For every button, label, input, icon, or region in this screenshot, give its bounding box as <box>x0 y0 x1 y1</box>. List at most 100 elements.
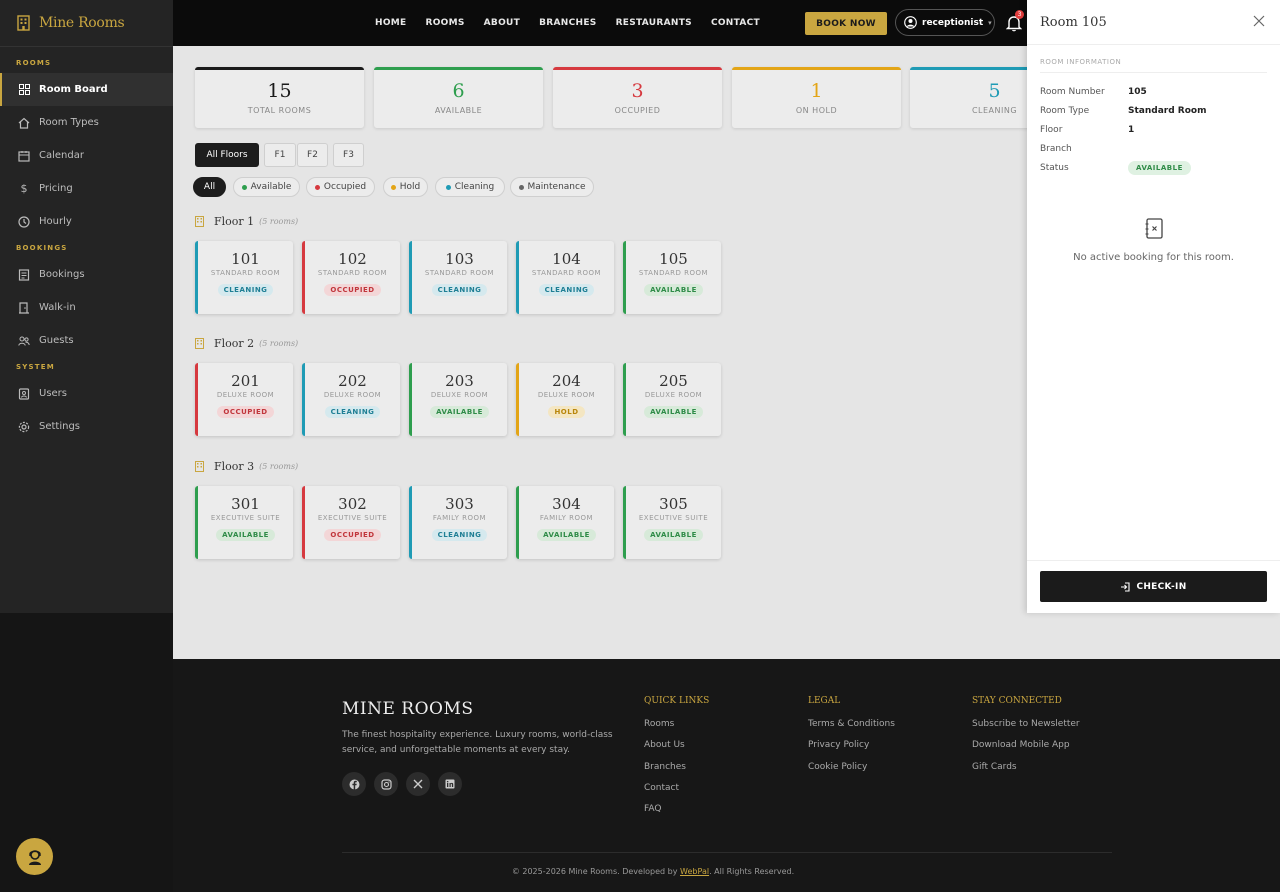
footer-column-quick-links: QUICK LINKS Rooms About Us Branches Contact F… <box>644 696 709 825</box>
nav-link-branches[interactable]: BRANCHES <box>539 18 596 28</box>
floor-title: Floor 2 <box>214 336 255 350</box>
info-key: Room Number <box>1040 86 1105 97</box>
instagram-icon[interactable] <box>374 772 398 796</box>
footer-link[interactable]: Gift Cards <box>972 762 1080 783</box>
footer-link[interactable]: Cookie Policy <box>808 762 895 783</box>
support-agent-button[interactable] <box>16 838 53 875</box>
room-card[interactable]: 305 EXECUTIVE SUITE AVAILABLE <box>623 486 721 559</box>
info-key: Branch <box>1040 143 1072 154</box>
footer-link[interactable]: Rooms <box>644 719 709 740</box>
sidebar-item-calendar[interactable]: Calendar <box>0 139 173 172</box>
no-booking-state: No active booking for this room. <box>1027 218 1280 263</box>
sidebar-item-hourly[interactable]: Hourly <box>0 205 173 238</box>
room-card[interactable]: 103 STANDARD ROOM CLEANING <box>409 241 507 314</box>
room-card[interactable]: 205 DELUXE ROOM AVAILABLE <box>623 363 721 436</box>
sidebar-item-bookings[interactable]: Bookings <box>0 258 173 291</box>
floor-header: Floor 1 (5 rooms) <box>195 214 298 228</box>
book-now-button[interactable]: BOOK NOW <box>805 12 887 35</box>
room-type: STANDARD ROOM <box>210 269 281 277</box>
notification-badge: 3 <box>1015 10 1024 19</box>
linkedin-icon[interactable] <box>438 772 462 796</box>
status-filter-available[interactable]: Available <box>233 177 300 197</box>
x-icon[interactable] <box>406 772 430 796</box>
sidebar-item-settings[interactable]: Settings <box>0 410 173 443</box>
nav-link-rooms[interactable]: ROOMS <box>426 18 465 28</box>
room-type: DELUXE ROOM <box>216 391 275 399</box>
status-filter-hold[interactable]: Hold <box>383 177 428 197</box>
room-card[interactable]: 202 DELUXE ROOM CLEANING <box>302 363 400 436</box>
footer-link[interactable]: Terms & Conditions <box>808 719 895 740</box>
room-card[interactable]: 204 DELUXE ROOM HOLD <box>516 363 614 436</box>
footer-link[interactable]: Contact <box>644 783 709 804</box>
room-type: DELUXE ROOM <box>430 391 489 399</box>
status-filter-maintenance[interactable]: Maintenance <box>510 177 594 197</box>
stat-value: 15 <box>267 80 292 102</box>
sidebar-section-bookings: BOOKINGS <box>16 244 68 252</box>
nav-link-contact[interactable]: CONTACT <box>711 18 760 28</box>
footer-divider <box>342 852 1112 853</box>
nav-link-about[interactable]: ABOUT <box>484 18 520 28</box>
sidebar-item-walk-in[interactable]: Walk-in <box>0 291 173 324</box>
footer-link[interactable]: Download Mobile App <box>972 740 1080 761</box>
stat-label: ON HOLD <box>795 106 838 115</box>
copyright-suffix: . All Rights Reserved. <box>709 867 795 876</box>
nav-link-home[interactable]: HOME <box>375 18 407 28</box>
floor-tab-f1[interactable]: F1 <box>264 143 296 167</box>
floor-room-count: (5 rooms) <box>259 338 299 348</box>
floor-tab-f2[interactable]: F2 <box>297 143 328 167</box>
sidebar-item-room-types[interactable]: Room Types <box>0 106 173 139</box>
sidebar-item-pricing[interactable]: $ Pricing <box>0 172 173 205</box>
check-in-button[interactable]: CHECK-IN <box>1040 571 1267 602</box>
brand[interactable]: Mine Rooms <box>0 0 173 47</box>
building-logo-icon <box>17 15 30 31</box>
footer-link[interactable]: About Us <box>644 740 709 761</box>
room-status-badge: CLEANING <box>431 284 488 296</box>
room-number: 203 <box>445 372 474 390</box>
room-number: 104 <box>552 250 581 268</box>
room-card[interactable]: 104 STANDARD ROOM CLEANING <box>516 241 614 314</box>
room-card[interactable]: 302 EXECUTIVE SUITE OCCUPIED <box>302 486 400 559</box>
room-status-badge: CLEANING <box>324 406 381 418</box>
sidebar-item-guests[interactable]: Guests <box>0 324 173 357</box>
footer-link[interactable]: Branches <box>644 762 709 783</box>
room-card[interactable]: 105 STANDARD ROOM AVAILABLE <box>623 241 721 314</box>
room-card[interactable]: 203 DELUXE ROOM AVAILABLE <box>409 363 507 436</box>
sidebar-item-users[interactable]: Users <box>0 377 173 410</box>
room-status-badge: CLEANING <box>217 284 274 296</box>
room-card[interactable]: 301 EXECUTIVE SUITE AVAILABLE <box>195 486 293 559</box>
room-card[interactable]: 304 FAMILY ROOM AVAILABLE <box>516 486 614 559</box>
calendar-icon <box>18 150 30 162</box>
user-name: receptionist <box>922 17 984 28</box>
sidebar-item-label: Room Board <box>39 84 108 95</box>
floor-tab-all-floors[interactable]: All Floors <box>195 143 259 167</box>
footer-brand: MINE ROOMS <box>342 699 474 719</box>
status-filter-cleaning[interactable]: Cleaning <box>435 177 505 197</box>
sidebar-item-room-board[interactable]: Room Board <box>0 73 173 106</box>
floor-tab-f3[interactable]: F3 <box>333 143 364 167</box>
info-row-room-number: Room Number 105 <box>1040 82 1267 101</box>
footer-link[interactable]: Privacy Policy <box>808 740 895 761</box>
room-number: 103 <box>445 250 474 268</box>
check-in-label: CHECK-IN <box>1136 581 1187 592</box>
status-filter-all[interactable]: All <box>193 177 226 197</box>
floor-title: Floor 1 <box>214 214 255 228</box>
room-card[interactable]: 303 FAMILY ROOM CLEANING <box>409 486 507 559</box>
sidebar: Mine Rooms ROOMS Room Board Room Types C… <box>0 0 173 613</box>
nav-link-restaurants[interactable]: RESTAURANTS <box>616 18 692 28</box>
user-menu[interactable]: receptionist ▾ <box>895 9 995 36</box>
developer-link[interactable]: WebPal <box>680 867 709 876</box>
room-card[interactable]: 201 DELUXE ROOM OCCUPIED <box>195 363 293 436</box>
room-type: DELUXE ROOM <box>644 391 703 399</box>
user-circle-icon <box>904 16 917 29</box>
chevron-down-icon: ▾ <box>988 18 992 27</box>
footer-link[interactable]: Subscribe to Newsletter <box>972 719 1080 740</box>
facebook-icon[interactable] <box>342 772 366 796</box>
footer-link[interactable]: FAQ <box>644 804 709 825</box>
room-card[interactable]: 101 STANDARD ROOM CLEANING <box>195 241 293 314</box>
status-filter-occupied[interactable]: Occupied <box>306 177 375 197</box>
stat-label: OCCUPIED <box>614 106 661 115</box>
stat-card-total-rooms: 15 TOTAL ROOMS <box>195 67 364 128</box>
room-card[interactable]: 102 STANDARD ROOM OCCUPIED <box>302 241 400 314</box>
room-status-badge: AVAILABLE <box>537 529 596 541</box>
close-icon[interactable] <box>1253 15 1265 27</box>
